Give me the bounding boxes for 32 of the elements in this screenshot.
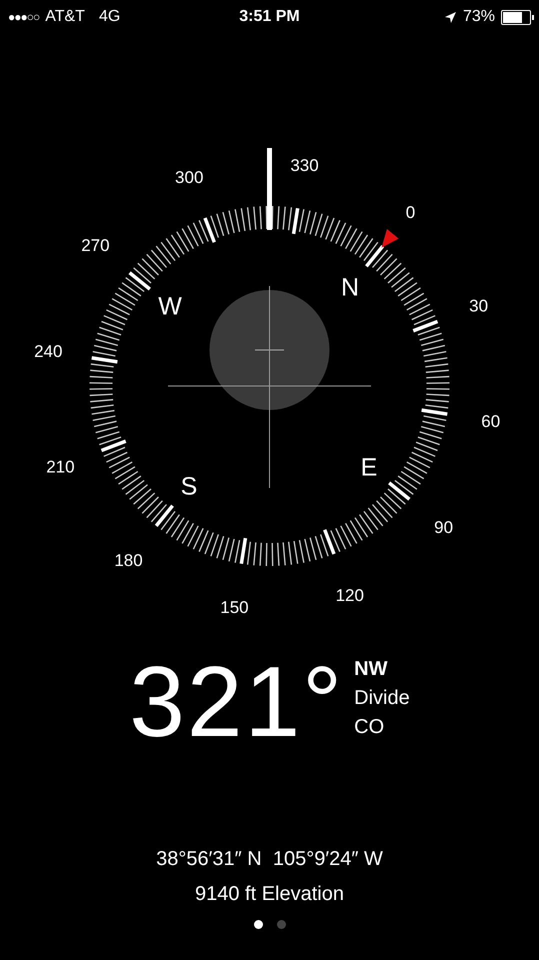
- battery-percent: 73%: [462, 8, 495, 26]
- cardinal-label: N: [341, 274, 360, 302]
- degree-label: 210: [46, 457, 75, 476]
- location-arrow-icon: [444, 10, 457, 24]
- degree-label: 150: [220, 598, 249, 618]
- place-name: Divide: [354, 687, 410, 710]
- degree-label: 90: [434, 518, 454, 537]
- elevation: 9140 ft Elevation: [194, 883, 345, 906]
- degree-label: 60: [481, 412, 500, 432]
- signal-strength: ●●●○○: [8, 10, 40, 24]
- degree-label: 270: [81, 236, 110, 256]
- battery-icon: [501, 10, 531, 24]
- cardinal-label: S: [180, 472, 198, 500]
- heading-reading: 321°: [129, 652, 344, 752]
- degree-label: 0: [406, 202, 416, 222]
- north-marker-icon: [382, 229, 399, 248]
- page-dot[interactable]: [276, 920, 286, 929]
- degree-label: 180: [114, 551, 143, 570]
- clock-time: 3:51 PM: [239, 8, 300, 26]
- degree-label: 120: [336, 586, 364, 606]
- page-dot[interactable]: [254, 920, 262, 929]
- coordinates: 38°56′31″ N 105°9′24″ W: [155, 848, 384, 871]
- carrier-name: AT&T: [45, 8, 85, 26]
- degree-label: 330: [290, 156, 319, 175]
- degree-label: 240: [34, 342, 62, 361]
- region-name: CO: [354, 716, 386, 739]
- cardinal-label: E: [360, 454, 378, 482]
- network-type: 4G: [98, 8, 120, 26]
- degree-label: 300: [175, 168, 204, 187]
- direction-label: NW: [354, 658, 388, 681]
- cardinal-label: W: [158, 292, 182, 320]
- degree-label: 30: [469, 296, 488, 316]
